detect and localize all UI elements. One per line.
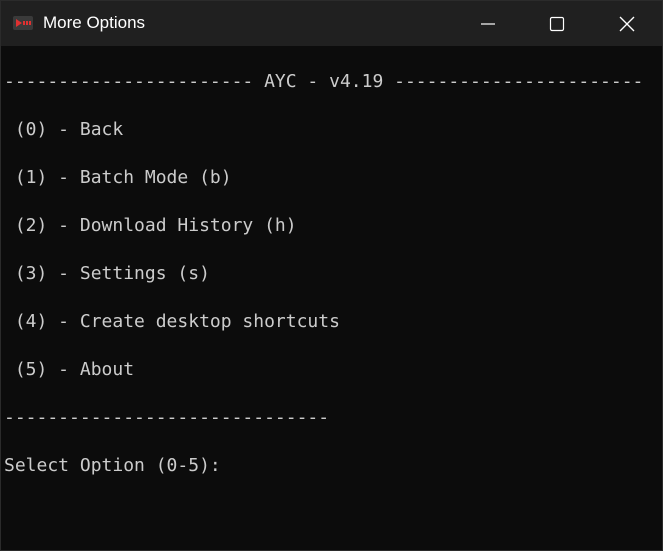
console-separator: ------------------------------ xyxy=(4,407,330,428)
menu-item-create-shortcuts: (4) - Create desktop shortcuts xyxy=(4,311,340,332)
maximize-button[interactable] xyxy=(522,1,592,46)
menu-item-download-history: (2) - Download History (h) xyxy=(4,215,297,236)
menu-item-back: (0) - Back xyxy=(4,119,124,140)
close-icon xyxy=(619,16,635,32)
menu-item-batch-mode: (1) - Batch Mode (b) xyxy=(4,167,232,188)
console-header: ----------------------- AYC - v4.19 ----… xyxy=(4,71,644,92)
minimize-icon xyxy=(481,23,495,25)
window-title: More Options xyxy=(43,13,146,32)
select-option-prompt[interactable]: Select Option (0-5): xyxy=(4,454,221,478)
minimize-button[interactable] xyxy=(453,1,523,46)
terminal-window: More Options ----------------------- AYC… xyxy=(0,0,663,551)
console-output[interactable]: ----------------------- AYC - v4.19 ----… xyxy=(1,46,662,550)
menu-item-settings: (3) - Settings (s) xyxy=(4,263,210,284)
ayc-app-icon xyxy=(13,16,33,30)
maximize-icon xyxy=(549,16,565,32)
title-bar[interactable]: More Options xyxy=(1,1,662,46)
close-button[interactable] xyxy=(592,1,662,46)
menu-item-about: (5) - About xyxy=(4,359,135,380)
